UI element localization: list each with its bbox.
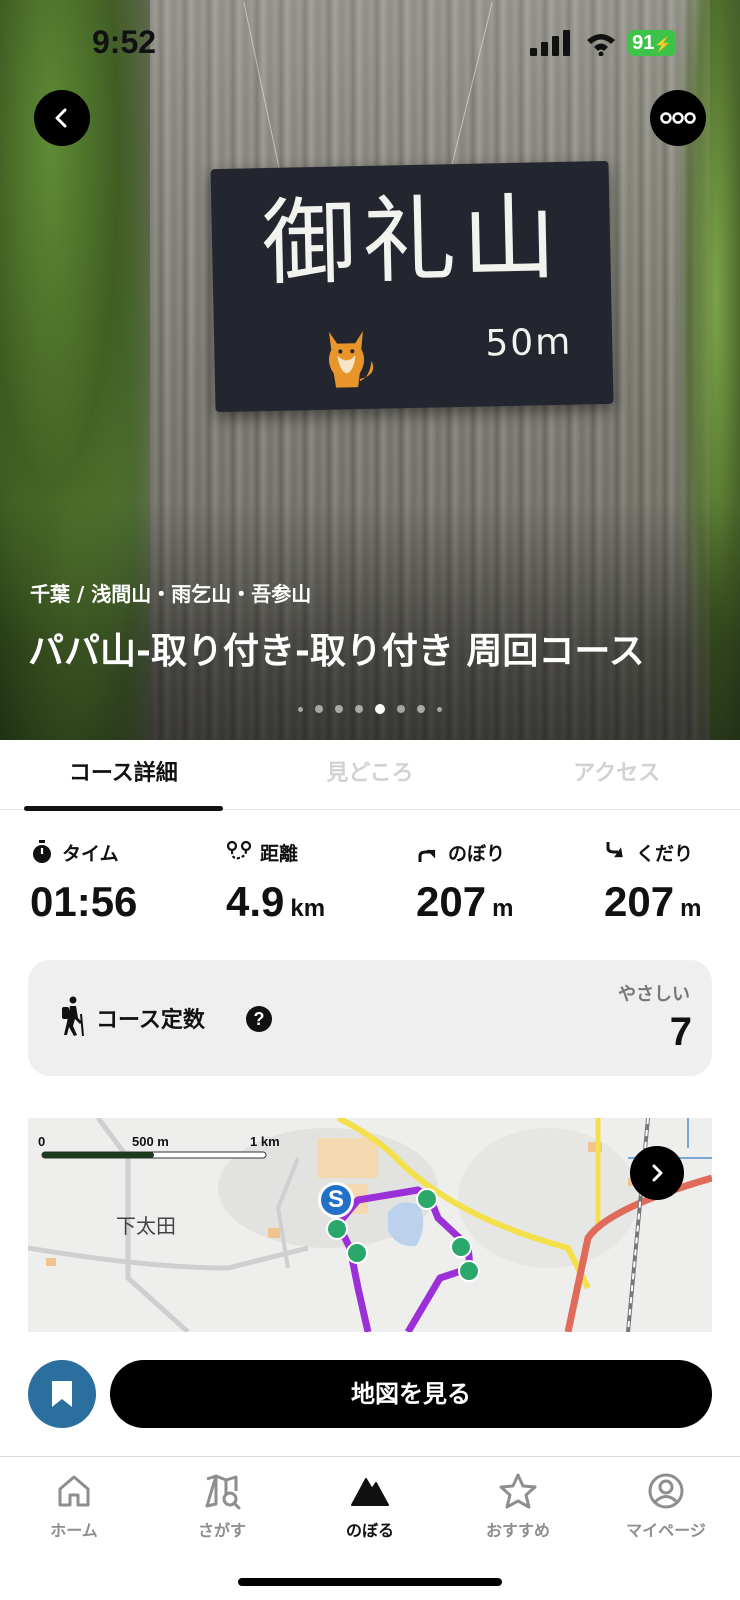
peak-marker[interactable]	[458, 1260, 480, 1282]
fox-illustration	[328, 331, 374, 388]
carousel-dot	[335, 705, 343, 713]
more-options-button[interactable]	[650, 90, 706, 146]
stat-distance-label: 距離	[260, 842, 299, 865]
stopwatch-icon	[33, 840, 51, 863]
view-map-button[interactable]: 地図を見る	[110, 1360, 712, 1428]
tab-access[interactable]: アクセス	[493, 740, 740, 809]
help-icon[interactable]: ?	[246, 1006, 272, 1032]
stat-distance-value: 4.9	[226, 878, 285, 925]
carousel-dot	[315, 705, 323, 713]
sign-elevation: 50m	[484, 321, 573, 365]
course-title: パパ山-取り付き-取り付き 周回コース	[28, 631, 645, 672]
scale-label-500m: 500 m	[132, 1134, 169, 1149]
stat-descent-value: 207	[604, 878, 675, 925]
stat-time-label: タイム	[62, 842, 119, 865]
stat-ascent-value-row: 207 m	[416, 878, 513, 926]
tab-course-detail[interactable]: コース詳細	[0, 740, 247, 811]
cellular-signal-icon	[530, 30, 570, 56]
stat-ascent-value: 207	[416, 878, 487, 925]
course-constant-card[interactable]: コース定数 ? やさしい 7	[28, 960, 712, 1076]
stat-distance: 距離 4.9 km	[226, 838, 325, 926]
action-bar: 地図を見る	[0, 1332, 740, 1456]
nav-label-home: ホーム	[50, 1521, 98, 1540]
stat-time-value: 01:56	[30, 878, 138, 925]
sign-title: 御礼山	[260, 183, 564, 300]
carousel-dot-active	[375, 704, 385, 714]
carousel-indicator	[0, 704, 740, 714]
summit-sign: 御礼山 50m	[210, 160, 614, 413]
carousel-dot	[437, 706, 442, 712]
carousel-dot	[397, 705, 405, 713]
stat-time-value-row: 01:56	[30, 878, 137, 926]
nav-item-mypage[interactable]: マイページ	[592, 1457, 740, 1600]
carousel-dot	[355, 705, 363, 713]
start-marker-label: S	[327, 1186, 344, 1213]
status-bar: 9:52 91⚡	[0, 0, 740, 90]
difficulty-label: やさしい	[618, 984, 690, 1005]
peak-marker[interactable]	[346, 1242, 368, 1264]
detail-tabs: コース詳細 見どころ アクセス	[0, 740, 740, 811]
chevron-left-icon	[55, 108, 67, 128]
home-indicator[interactable]	[238, 1578, 502, 1586]
nav-label-mypage: マイページ	[626, 1521, 706, 1540]
descent-arrow-icon	[606, 842, 623, 858]
peak-marker[interactable]	[450, 1236, 472, 1258]
trailhead-marker[interactable]	[326, 1218, 348, 1240]
stat-ascent: のぼり 207 m	[416, 838, 513, 926]
tab-highlights[interactable]: 見どころ	[247, 740, 494, 809]
status-time: 9:52	[92, 24, 157, 60]
chevron-right-icon	[652, 1164, 663, 1182]
stat-descent-header: くだり	[604, 838, 701, 866]
map-next-button[interactable]	[630, 1146, 684, 1200]
course-map[interactable]: 0 500 m 1 km 下太田 S	[28, 1118, 712, 1332]
mountain-icon	[351, 1478, 389, 1506]
more-icon	[660, 112, 696, 124]
scale-label-1km: 1 km	[250, 1134, 280, 1149]
nav-label-recommend: おすすめ	[485, 1521, 550, 1540]
nav-item-home[interactable]: ホーム	[0, 1457, 148, 1600]
hiker-icon	[62, 996, 84, 1036]
wifi-icon	[587, 34, 615, 56]
scale-label-0: 0	[38, 1134, 46, 1149]
start-marker[interactable]: S	[318, 1182, 354, 1218]
hero-photo[interactable]: 御礼山 50m 千葉 / 浅間山・雨乞山・吾参山 パパ山-取り付き-取り付き 周…	[0, 0, 740, 740]
stat-ascent-unit: m	[492, 895, 514, 922]
stat-descent: くだり 207 m	[604, 838, 701, 926]
stat-descent-label: くだり	[636, 842, 694, 865]
carousel-dot	[298, 706, 303, 712]
bookmark-button[interactable]	[28, 1360, 96, 1428]
ascent-arrow-icon	[418, 849, 436, 862]
stat-time-header: タイム	[30, 838, 137, 866]
course-constant-value: 7	[669, 1010, 692, 1054]
course-constant-label: コース定数	[96, 1008, 205, 1033]
stat-ascent-header: のぼり	[416, 838, 513, 866]
nav-label-climb: のぼる	[345, 1521, 394, 1540]
star-icon	[499, 1473, 537, 1509]
bookmark-icon	[52, 1381, 72, 1407]
home-icon	[58, 1475, 90, 1507]
stat-distance-unit: km	[290, 895, 326, 922]
stat-descent-unit: m	[680, 895, 702, 922]
user-icon	[648, 1473, 684, 1509]
map-search-icon	[205, 1474, 241, 1510]
back-button[interactable]	[34, 90, 90, 146]
nav-label-search: さがす	[197, 1521, 246, 1540]
stat-time: タイム 01:56	[30, 838, 137, 926]
region-label: 千葉 / 浅間山・雨乞山・吾参山	[30, 582, 312, 606]
stat-ascent-label: のぼり	[448, 842, 506, 865]
place-name: 下太田	[116, 1214, 176, 1238]
stat-distance-value-row: 4.9 km	[226, 878, 325, 926]
stat-distance-header: 距離	[226, 838, 325, 866]
route-distance-icon	[226, 840, 252, 860]
trailhead-marker[interactable]	[416, 1188, 438, 1210]
carousel-dot	[417, 705, 425, 713]
battery-icon: 91⚡	[628, 30, 676, 56]
stat-descent-value-row: 207 m	[604, 878, 701, 926]
battery-level: 91	[632, 32, 655, 54]
